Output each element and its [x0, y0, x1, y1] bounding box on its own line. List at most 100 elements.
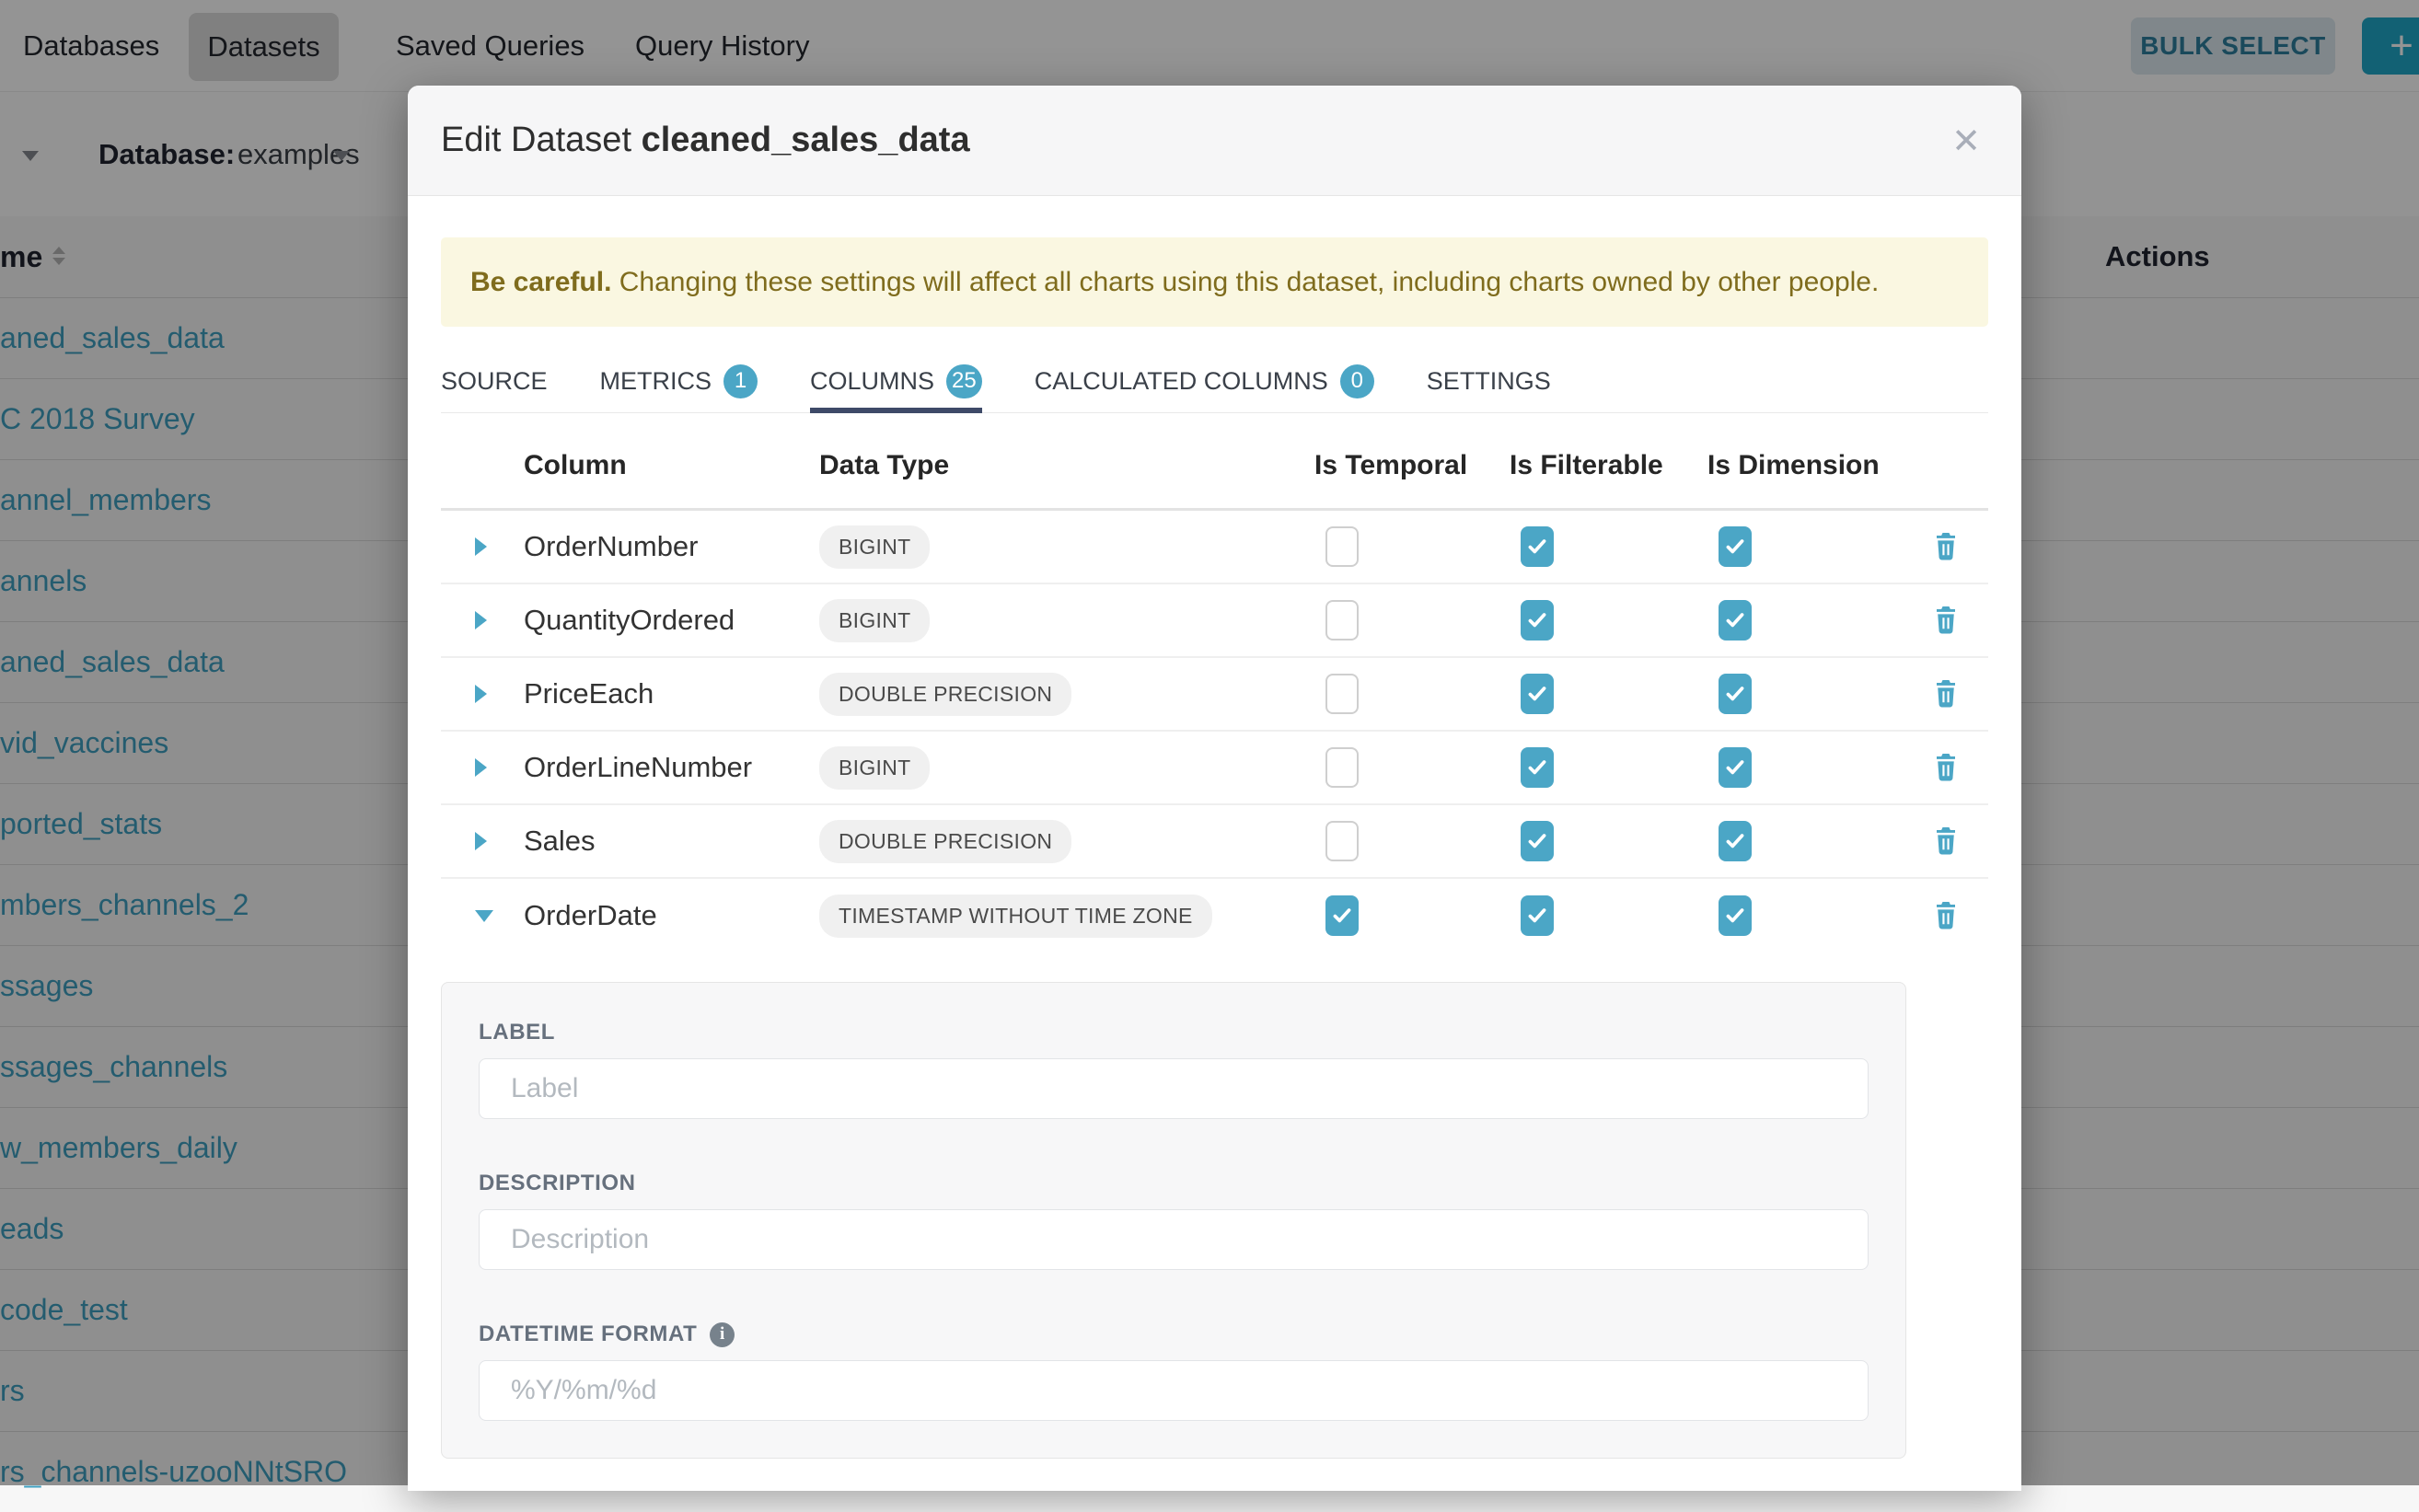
description-input[interactable] [479, 1209, 1869, 1270]
delete-column-button[interactable] [1928, 531, 1962, 562]
modal-tabs: SOURCE METRICS 1 COLUMNS 25 CALCULATED COLUMN… [441, 350, 1988, 413]
column-name: QuantityOrdered [524, 604, 819, 637]
close-icon[interactable]: ✕ [1951, 86, 1981, 196]
warning-banner-bold: Be careful. [470, 267, 611, 297]
check-icon [1723, 904, 1747, 928]
tab-columns[interactable]: COLUMNS 25 [810, 350, 982, 412]
is-dimension-checkbox[interactable] [1719, 895, 1752, 936]
data-type-pill: DOUBLE PRECISION [819, 673, 1071, 716]
columns-table-rows: OrderNumberBIGINTQuantityOrderedBIGINTPr… [441, 511, 1988, 952]
tab-settings[interactable]: SETTINGS [1427, 350, 1551, 412]
data-type-pill: TIMESTAMP WITHOUT TIME ZONE [819, 895, 1212, 938]
check-icon [1525, 829, 1549, 853]
header-data-type: Data Type [819, 450, 1314, 481]
warning-banner: Be careful. Changing these settings will… [441, 237, 1988, 327]
expand-caret-icon[interactable] [441, 832, 524, 850]
tab-label: CALCULATED COLUMNS [1035, 367, 1328, 396]
check-icon [1330, 904, 1354, 928]
trash-icon [1932, 825, 1960, 857]
expand-caret-icon[interactable] [441, 685, 524, 703]
expand-caret-icon[interactable] [441, 758, 524, 777]
is-temporal-checkbox[interactable] [1325, 895, 1359, 936]
label-field-group: LABEL [479, 1020, 1869, 1119]
is-temporal-checkbox[interactable] [1325, 674, 1359, 714]
label-input[interactable] [479, 1058, 1869, 1119]
check-icon [1723, 608, 1747, 632]
tab-count-badge: 0 [1340, 364, 1374, 398]
columns-table-header: Column Data Type Is Temporal Is Filterab… [441, 422, 1988, 511]
tab-count-badge: 25 [946, 364, 982, 398]
is-temporal-checkbox[interactable] [1325, 526, 1359, 567]
modal-header: Edit Dataset cleaned_sales_data ✕ [408, 86, 2021, 196]
dataset-name: cleaned_sales_data [642, 121, 970, 159]
is-dimension-checkbox[interactable] [1719, 600, 1752, 641]
tab-label: COLUMNS [810, 367, 934, 396]
column-row-priceeach: PriceEachDOUBLE PRECISION [441, 658, 1988, 732]
info-icon[interactable]: i [710, 1322, 735, 1347]
check-icon [1723, 756, 1747, 779]
expand-caret-icon[interactable] [441, 537, 524, 556]
is-temporal-checkbox[interactable] [1325, 747, 1359, 788]
tab-calculated-columns[interactable]: CALCULATED COLUMNS 0 [1035, 350, 1374, 412]
column-name: OrderDate [524, 899, 819, 932]
is-filterable-checkbox[interactable] [1521, 747, 1554, 788]
expand-caret-icon[interactable] [441, 611, 524, 629]
tab-metrics[interactable]: METRICS 1 [600, 350, 758, 412]
check-icon [1525, 682, 1549, 706]
datetime-format-field-label: DATETIME FORMAT i [479, 1322, 1869, 1347]
delete-column-button[interactable] [1928, 605, 1962, 636]
data-type-pill: BIGINT [819, 746, 930, 790]
modal-title: Edit Dataset cleaned_sales_data [441, 121, 970, 160]
is-filterable-checkbox[interactable] [1521, 674, 1554, 714]
is-dimension-checkbox[interactable] [1719, 674, 1752, 714]
column-name: PriceEach [524, 677, 819, 710]
column-row-ordernumber: OrderNumberBIGINT [441, 511, 1988, 584]
data-type-pill: BIGINT [819, 525, 930, 569]
data-type-pill: DOUBLE PRECISION [819, 820, 1071, 863]
check-icon [1723, 682, 1747, 706]
is-filterable-checkbox[interactable] [1521, 600, 1554, 641]
header-is-filterable: Is Filterable [1510, 450, 1707, 481]
column-name: OrderLineNumber [524, 751, 819, 784]
is-filterable-checkbox[interactable] [1521, 526, 1554, 567]
modal-body: Be careful. Changing these settings will… [408, 237, 2021, 1459]
header-is-dimension: Is Dimension [1707, 450, 1928, 481]
tab-count-badge: 1 [723, 364, 758, 398]
check-icon [1723, 829, 1747, 853]
label-field-label: LABEL [479, 1020, 1869, 1045]
datetime-format-field-group: DATETIME FORMAT i [479, 1322, 1869, 1421]
tab-label: SETTINGS [1427, 367, 1551, 396]
is-temporal-checkbox[interactable] [1325, 600, 1359, 641]
check-icon [1525, 756, 1549, 779]
is-filterable-checkbox[interactable] [1521, 821, 1554, 861]
trash-icon [1932, 605, 1960, 636]
trash-icon [1932, 678, 1960, 710]
column-row-sales: SalesDOUBLE PRECISION [441, 805, 1988, 879]
check-icon [1525, 904, 1549, 928]
is-temporal-checkbox[interactable] [1325, 821, 1359, 861]
check-icon [1723, 535, 1747, 559]
delete-column-button[interactable] [1928, 900, 1962, 931]
tab-label: SOURCE [441, 367, 548, 396]
warning-banner-text: Changing these settings will affect all … [611, 267, 1879, 297]
column-name: Sales [524, 825, 819, 858]
is-dimension-checkbox[interactable] [1719, 821, 1752, 861]
description-field-group: DESCRIPTION [479, 1171, 1869, 1270]
is-dimension-checkbox[interactable] [1719, 526, 1752, 567]
column-name: OrderNumber [524, 530, 819, 563]
description-field-label: DESCRIPTION [479, 1171, 1869, 1196]
datetime-format-input[interactable] [479, 1360, 1869, 1421]
tab-label: METRICS [600, 367, 712, 396]
is-filterable-checkbox[interactable] [1521, 895, 1554, 936]
column-row-orderdate: OrderDateTIMESTAMP WITHOUT TIME ZONE [441, 879, 1988, 952]
is-dimension-checkbox[interactable] [1719, 747, 1752, 788]
collapse-caret-icon[interactable] [441, 910, 524, 922]
delete-column-button[interactable] [1928, 825, 1962, 857]
delete-column-button[interactable] [1928, 752, 1962, 783]
trash-icon [1932, 900, 1960, 931]
trash-icon [1932, 752, 1960, 783]
check-icon [1525, 608, 1549, 632]
delete-column-button[interactable] [1928, 678, 1962, 710]
tab-source[interactable]: SOURCE [441, 350, 548, 412]
column-row-orderlinenumber: OrderLineNumberBIGINT [441, 732, 1988, 805]
